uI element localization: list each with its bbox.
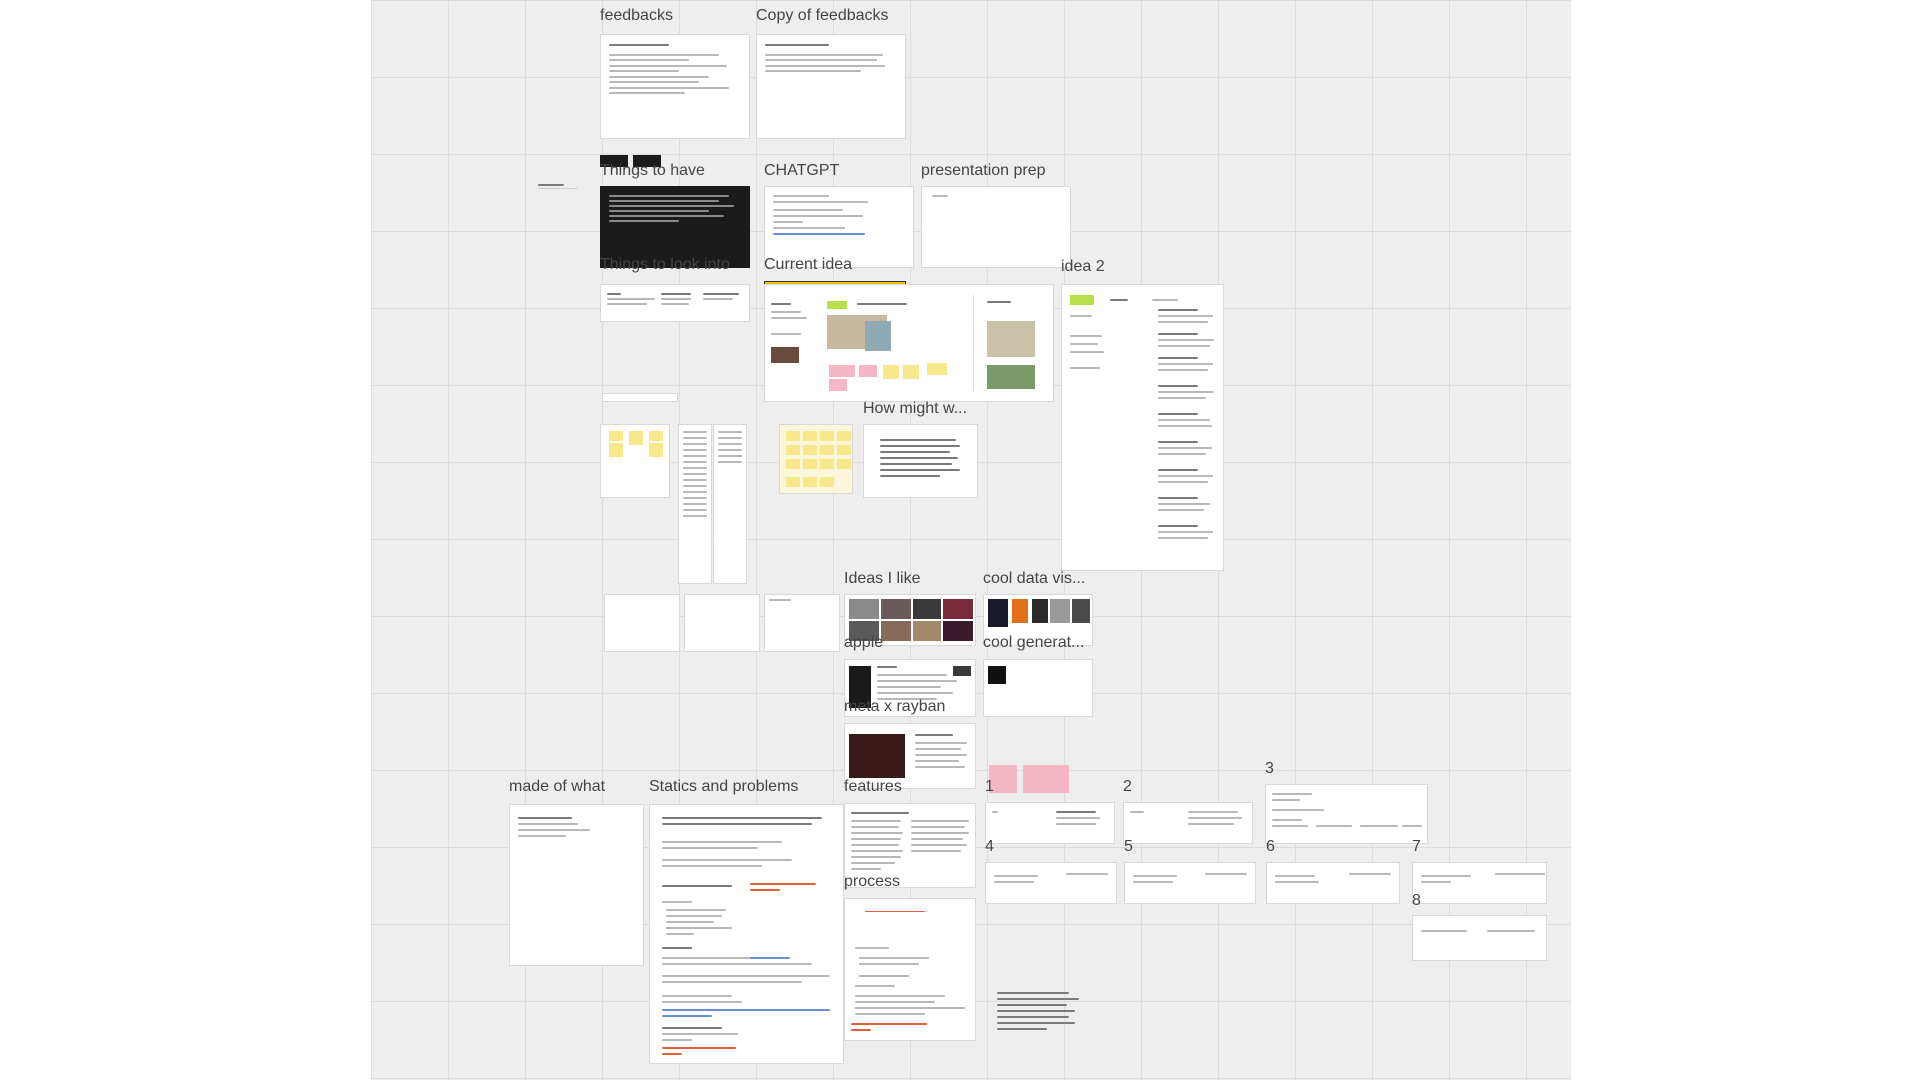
frame-title-6[interactable]: 6 <box>1266 838 1275 856</box>
frame-presentation-prep[interactable] <box>921 186 1071 268</box>
sticky-cluster[interactable] <box>600 424 670 498</box>
frame-title-presentation-prep[interactable]: presentation prep <box>921 162 1046 180</box>
sticky-note-pink[interactable] <box>1023 765 1069 793</box>
frame-text-column[interactable] <box>713 424 747 584</box>
frame-title-copy-of-feedbacks[interactable]: Copy of feedbacks <box>756 7 889 25</box>
frame-title-7[interactable]: 7 <box>1412 838 1421 856</box>
frame-8[interactable] <box>1412 915 1547 961</box>
blank-frame[interactable] <box>684 594 760 652</box>
frame-title-feedbacks[interactable]: feedbacks <box>600 7 673 25</box>
frame-text-column[interactable] <box>678 424 712 584</box>
frame-current-idea[interactable] <box>764 284 1054 402</box>
frame-title-features[interactable]: features <box>844 778 902 796</box>
frame-title-made-of-what[interactable]: made of what <box>509 778 605 796</box>
blank-frame[interactable] <box>764 594 840 652</box>
sticky-grid[interactable] <box>779 424 853 494</box>
frame-title-things-to-look-into[interactable]: Things to look into <box>600 256 730 274</box>
frame-title-things-to-have[interactable]: Things to have <box>600 162 705 180</box>
frame-6[interactable] <box>1266 862 1400 904</box>
frame-feedbacks[interactable] <box>600 34 750 139</box>
frame-title-3[interactable]: 3 <box>1265 760 1274 778</box>
frame-5[interactable] <box>1124 862 1256 904</box>
frame-title-chatgpt[interactable]: CHATGPT <box>764 162 839 180</box>
frame-title-meta-x-rayban[interactable]: meta x rayban <box>844 698 945 716</box>
frame-title-5[interactable]: 5 <box>1124 838 1133 856</box>
frame-2[interactable] <box>1123 802 1253 844</box>
divider-line <box>538 188 578 189</box>
frame-1[interactable] <box>985 802 1115 844</box>
frame-title-cool-data-vis[interactable]: cool data vis... <box>983 570 1085 588</box>
loose-text-block[interactable] <box>997 992 1087 1032</box>
whiteboard-canvas[interactable]: feedbacks Copy of feedbacks Things to ha… <box>371 0 1571 1080</box>
frame-title-cool-generat[interactable]: cool generat... <box>983 634 1084 652</box>
frame-things-to-look-into[interactable] <box>600 284 750 322</box>
frame-how-might-we[interactable] <box>863 424 978 498</box>
frame-title-1[interactable]: 1 <box>985 778 994 796</box>
frame-title-8[interactable]: 8 <box>1412 892 1421 910</box>
frame-cool-generat[interactable] <box>983 659 1093 717</box>
frame-title-idea-2[interactable]: idea 2 <box>1061 258 1105 276</box>
frame-copy-of-feedbacks[interactable] <box>756 34 906 139</box>
blank-frame[interactable] <box>604 594 680 652</box>
frame-3[interactable] <box>1265 784 1428 844</box>
frame-title-apple[interactable]: apple <box>844 634 883 652</box>
frame-title-ideas-i-like[interactable]: Ideas I like <box>844 570 920 588</box>
frame-process[interactable] <box>844 898 976 1041</box>
frame-4[interactable] <box>985 862 1117 904</box>
frame-made-of-what[interactable] <box>509 804 644 966</box>
frame-title-statics-and-problems[interactable]: Statics and problems <box>649 778 798 796</box>
frame-title-2[interactable]: 2 <box>1123 778 1132 796</box>
blank-frame-small[interactable] <box>602 393 678 402</box>
frame-statics-and-problems[interactable] <box>649 804 844 1064</box>
frame-title-process[interactable]: process <box>844 873 900 891</box>
frame-title-how-might-we[interactable]: How might w... <box>863 400 967 418</box>
frame-idea-2[interactable] <box>1061 284 1224 571</box>
frame-7[interactable] <box>1412 862 1547 904</box>
frame-title-4[interactable]: 4 <box>985 838 994 856</box>
frame-title-current-idea[interactable]: Current idea <box>764 256 852 274</box>
text-note[interactable] <box>538 184 564 186</box>
